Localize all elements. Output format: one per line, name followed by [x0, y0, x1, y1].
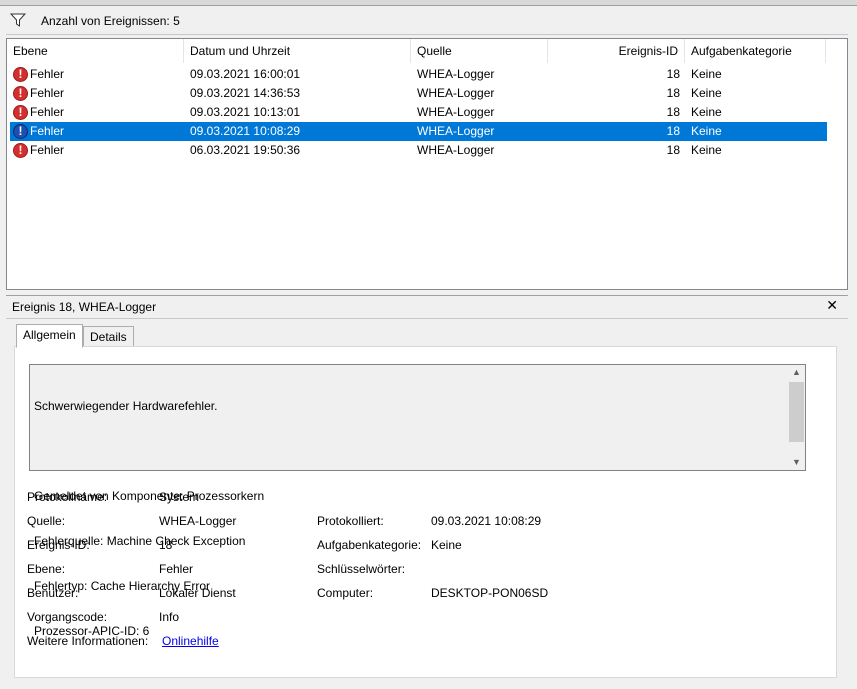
event-source: WHEA-Logger: [417, 143, 495, 157]
event-category: Keine: [691, 67, 722, 81]
event-count-text: Anzahl von Ereignissen: 5: [41, 14, 180, 28]
list-header: Ebene Datum und Uhrzeit Quelle Ereignis-…: [7, 39, 847, 63]
value-protokollname: System: [159, 490, 200, 504]
label-ebene: Ebene:: [27, 562, 66, 576]
close-icon[interactable]: ✕: [826, 297, 838, 314]
value-ereignis-id: 18: [159, 538, 173, 552]
event-row[interactable]: Fehler 06.03.2021 19:50:36 WHEA-Logger 1…: [10, 141, 827, 160]
column-header-level[interactable]: Ebene: [7, 39, 184, 63]
error-icon: [13, 124, 28, 139]
column-header-event-id[interactable]: Ereignis-ID: [548, 39, 685, 63]
event-id: 18: [666, 143, 680, 157]
detail-title: Ereignis 18, WHEA-Logger: [12, 300, 157, 314]
event-source: WHEA-Logger: [417, 105, 495, 119]
value-protokolliert: 09.03.2021 10:08:29: [431, 514, 542, 528]
event-category: Keine: [691, 86, 722, 100]
event-row[interactable]: Fehler 09.03.2021 14:36:53 WHEA-Logger 1…: [10, 84, 827, 103]
label-schluesselwoerter: Schlüsselwörter:: [317, 562, 406, 576]
value-aufgabenkategorie: Keine: [431, 538, 462, 552]
filter-funnel-icon[interactable]: [10, 13, 26, 27]
error-icon: [13, 67, 28, 82]
value-vorgangscode: Info: [159, 610, 180, 624]
filter-bar: Anzahl von Ereignissen: 5: [6, 7, 848, 35]
event-id: 18: [666, 67, 680, 81]
label-aufgabenkategorie: Aufgabenkategorie:: [317, 538, 422, 552]
event-row[interactable]: Fehler 09.03.2021 10:13:01 WHEA-Logger 1…: [10, 103, 827, 122]
error-icon: [13, 105, 28, 120]
event-source: WHEA-Logger: [417, 67, 495, 81]
event-datetime: 09.03.2021 16:00:01: [190, 67, 301, 81]
event-datetime: 09.03.2021 10:13:01: [190, 105, 301, 119]
description-line: Schwerwiegender Hardwarefehler.: [34, 399, 218, 413]
event-id: 18: [666, 124, 680, 138]
event-level: Fehler: [30, 143, 65, 157]
event-source: WHEA-Logger: [417, 124, 495, 138]
description-scrollbar[interactable]: ▲ ▼: [788, 365, 805, 470]
column-header-datetime[interactable]: Datum und Uhrzeit: [184, 39, 411, 63]
value-ebene: Fehler: [159, 562, 194, 576]
event-description-box[interactable]: Schwerwiegender Hardwarefehler. Gemeldet…: [29, 364, 806, 638]
value-computer: DESKTOP-PON06SD: [431, 586, 549, 600]
label-weitere-informationen: Weitere Informationen:: [27, 634, 149, 648]
event-id: 18: [666, 86, 680, 100]
event-datetime: 06.03.2021 19:50:36: [190, 143, 301, 157]
event-row-selected[interactable]: Fehler 09.03.2021 10:08:29 WHEA-Logger 1…: [10, 122, 827, 141]
value-benutzer: Lokaler Dienst: [159, 586, 236, 600]
event-level: Fehler: [30, 124, 65, 138]
column-header-category[interactable]: Aufgabenkategorie: [685, 39, 826, 63]
label-protokolliert: Protokolliert:: [317, 514, 384, 528]
general-tab-page: Schwerwiegender Hardwarefehler. Gemeldet…: [14, 346, 837, 678]
event-datetime: 09.03.2021 14:36:53: [190, 86, 301, 100]
label-ereignis-id: Ereignis-ID:: [27, 538, 90, 552]
event-level: Fehler: [30, 105, 65, 119]
scroll-thumb[interactable]: [789, 382, 804, 442]
event-category: Keine: [691, 143, 722, 157]
event-category: Keine: [691, 124, 722, 138]
event-id: 18: [666, 105, 680, 119]
window-top-edge: [0, 0, 857, 6]
event-category: Keine: [691, 105, 722, 119]
event-level: Fehler: [30, 67, 65, 81]
column-header-source[interactable]: Quelle: [411, 39, 548, 63]
scroll-up-arrow-icon[interactable]: ▲: [788, 365, 805, 380]
online-help-link[interactable]: Onlinehilfe: [162, 634, 219, 648]
event-datetime: 09.03.2021 10:08:29: [190, 124, 301, 138]
event-list[interactable]: Ebene Datum und Uhrzeit Quelle Ereignis-…: [6, 38, 848, 290]
tab-details[interactable]: Details: [83, 326, 134, 348]
event-detail-panel: Ereignis 18, WHEA-Logger ✕ Allgemein Det…: [6, 295, 848, 689]
event-source: WHEA-Logger: [417, 86, 495, 100]
detail-divider: [6, 318, 848, 319]
label-quelle: Quelle:: [27, 514, 66, 528]
scroll-down-arrow-icon[interactable]: ▼: [788, 455, 805, 470]
error-icon: [13, 86, 28, 101]
event-row[interactable]: Fehler 09.03.2021 16:00:01 WHEA-Logger 1…: [10, 65, 827, 84]
event-level: Fehler: [30, 86, 65, 100]
label-computer: Computer:: [317, 586, 374, 600]
value-quelle: WHEA-Logger: [159, 514, 237, 528]
label-protokollname: Protokollname:: [27, 490, 108, 504]
label-benutzer: Benutzer:: [27, 586, 79, 600]
error-icon: [13, 143, 28, 158]
description-line: [34, 444, 264, 459]
label-vorgangscode: Vorgangscode:: [27, 610, 108, 624]
tab-allgemein[interactable]: Allgemein: [16, 324, 83, 348]
